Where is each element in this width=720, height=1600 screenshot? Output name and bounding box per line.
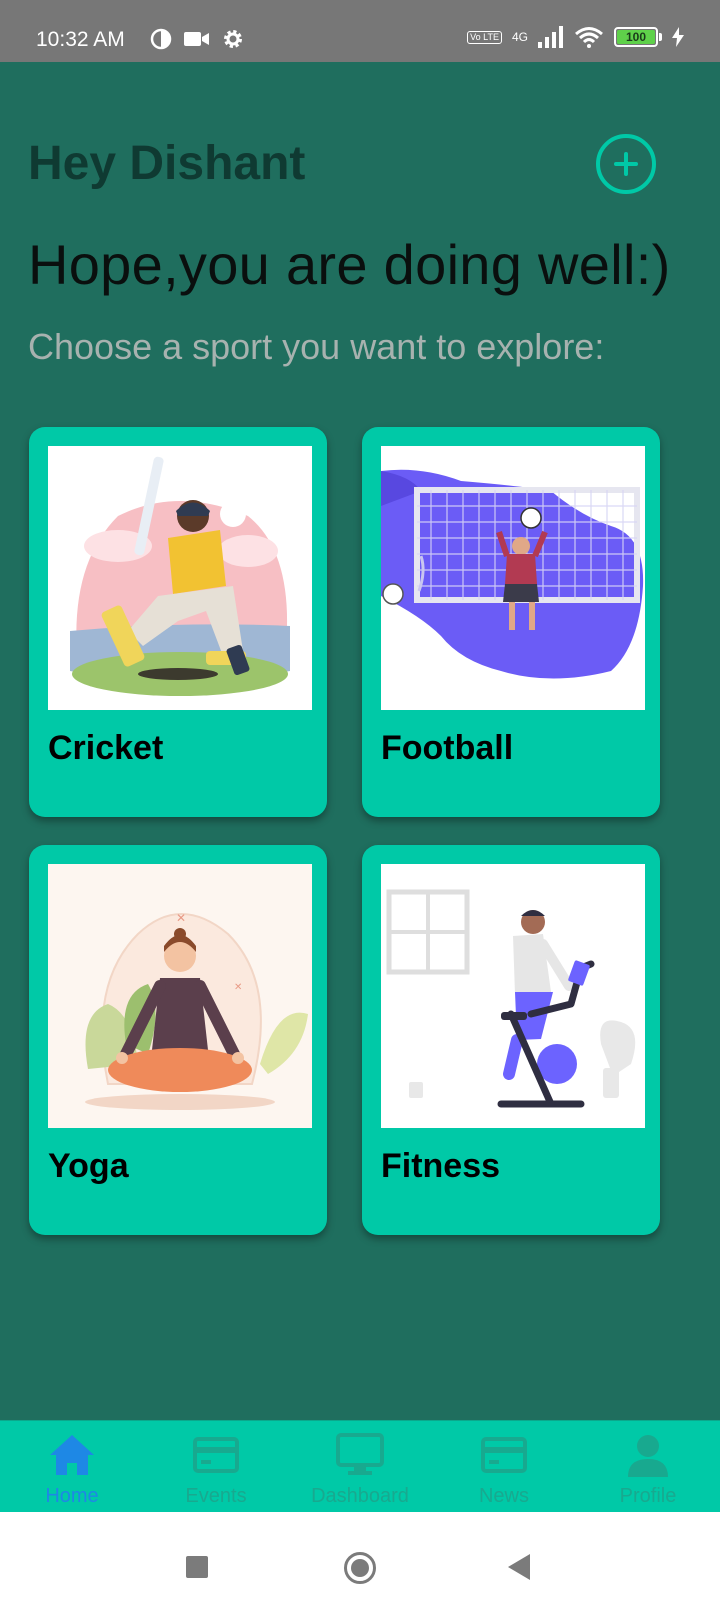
sport-card-cricket[interactable]: Cricket	[29, 427, 327, 817]
video-camera-icon	[184, 32, 209, 46]
home-icon	[50, 1435, 94, 1475]
fitness-illustration	[381, 864, 645, 1128]
greeting-title: Hey Dishant	[28, 137, 306, 190]
person-icon	[628, 1435, 668, 1477]
network-type-label: 4G	[511, 30, 528, 44]
add-button[interactable]	[596, 134, 656, 194]
sport-card-fitness[interactable]: Fitness	[362, 845, 660, 1235]
sport-card-label: Football	[381, 729, 514, 767]
status-right-icons: Vo LTE 4G 100	[467, 26, 684, 48]
svg-text:✕: ✕	[234, 982, 242, 993]
settings-gear-icon	[224, 30, 242, 48]
sport-card-label: Cricket	[48, 729, 164, 767]
card-icon	[481, 1437, 527, 1473]
cricket-illustration	[48, 446, 312, 710]
home-system-button[interactable]	[344, 1552, 376, 1584]
system-nav-bar	[0, 1512, 720, 1600]
subtitle-text: Hope,you are doing well:)	[28, 233, 671, 296]
back-button[interactable]	[508, 1554, 530, 1580]
battery-indicator: 100	[614, 27, 662, 47]
wifi-icon	[575, 27, 603, 48]
explore-prompt: Choose a sport you want to explore:	[28, 326, 605, 367]
nav-profile[interactable]: Profile	[576, 1421, 720, 1512]
football-illustration	[381, 446, 645, 710]
nav-label: Home	[45, 1485, 99, 1507]
charging-icon	[672, 27, 684, 47]
status-left-icons	[150, 28, 244, 50]
nav-news[interactable]: News	[432, 1421, 576, 1512]
nav-label: Events	[185, 1485, 247, 1507]
bottom-nav: Home Events Dashboard News Profile	[0, 1420, 720, 1512]
svg-text:✕: ✕	[176, 911, 186, 925]
sport-card-yoga[interactable]: ✕ ✕ Yoga	[29, 845, 327, 1235]
recent-apps-button[interactable]	[186, 1556, 208, 1578]
card-icon	[193, 1437, 239, 1473]
yoga-illustration: ✕ ✕	[48, 864, 312, 1128]
sport-card-label: Yoga	[48, 1147, 129, 1185]
nav-events[interactable]: Events	[144, 1421, 288, 1512]
nav-home[interactable]: Home	[0, 1421, 144, 1512]
signal-icon	[538, 26, 563, 48]
nav-label: Profile	[619, 1485, 677, 1507]
battery-level: 100	[617, 30, 655, 44]
nav-dashboard[interactable]: Dashboard	[288, 1421, 432, 1512]
nav-label: Dashboard	[311, 1485, 409, 1507]
nav-label: News	[478, 1485, 529, 1507]
status-bar: 10:32 AM Vo LTE 4G 100	[0, 0, 720, 62]
data-saver-icon	[150, 28, 172, 50]
sport-card-label: Fitness	[381, 1147, 501, 1185]
monitor-icon	[336, 1433, 384, 1475]
volte-badge: Vo LTE	[467, 30, 502, 44]
status-time: 10:32 AM	[36, 28, 125, 51]
sport-card-football[interactable]: Football	[362, 427, 660, 817]
